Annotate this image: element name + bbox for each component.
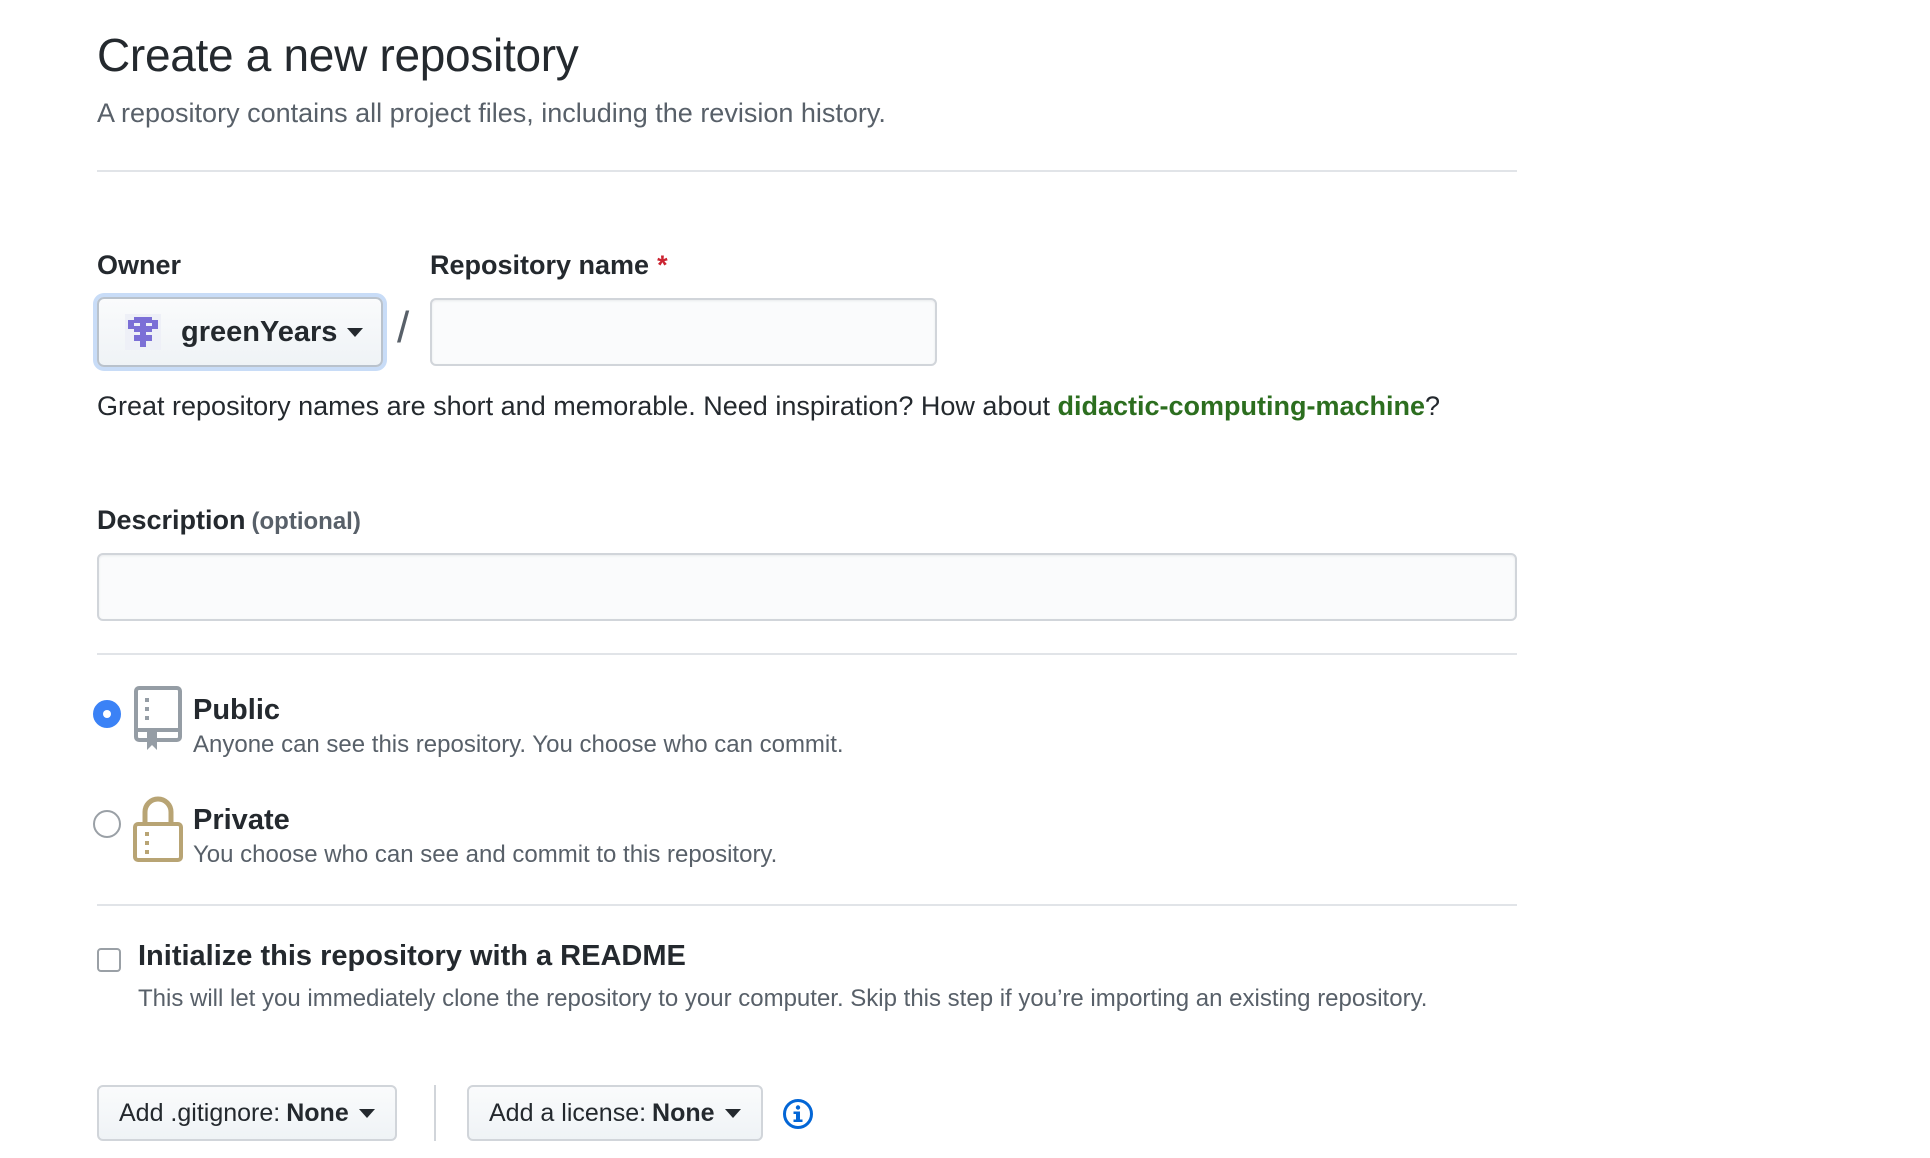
private-title: Private bbox=[193, 804, 290, 836]
gitignore-label: Add .gitignore: bbox=[119, 1098, 281, 1127]
owner-avatar-icon bbox=[125, 314, 161, 350]
repo-book-icon bbox=[134, 686, 182, 750]
description-label: Description (optional) bbox=[97, 505, 361, 536]
private-desc: You choose who can see and commit to thi… bbox=[193, 841, 778, 868]
repo-name-label: Repository name * bbox=[430, 250, 668, 281]
license-select-button[interactable]: Add a license: None bbox=[467, 1085, 763, 1141]
init-readme-desc: This will let you immediately clone the … bbox=[138, 985, 1428, 1012]
description-divider bbox=[97, 653, 1517, 655]
owner-name: greenYears bbox=[181, 315, 338, 348]
suggested-name-link[interactable]: didactic-computing-machine bbox=[1058, 391, 1426, 421]
owner-label: Owner bbox=[97, 250, 182, 280]
private-radio[interactable] bbox=[93, 810, 121, 838]
public-title: Public bbox=[193, 694, 281, 726]
hint-text: Great repository names are short and mem… bbox=[97, 391, 1058, 421]
init-readme-title: Initialize this repository with a README bbox=[138, 940, 686, 972]
required-marker: * bbox=[657, 250, 668, 280]
chevron-down-icon bbox=[724, 1108, 741, 1118]
repo-name-label-text: Repository name bbox=[430, 250, 650, 280]
visibility-public-option[interactable]: Public Anyone can see this repository. Y… bbox=[93, 686, 844, 762]
repo-name-hint: Great repository names are short and mem… bbox=[97, 385, 1517, 428]
header-divider bbox=[97, 170, 1517, 172]
page-title: Create a new repository bbox=[97, 29, 579, 81]
public-radio[interactable] bbox=[93, 700, 121, 728]
chevron-down-icon bbox=[358, 1108, 375, 1118]
init-readme-checkbox[interactable] bbox=[97, 948, 121, 972]
hint-end: ? bbox=[1425, 391, 1441, 421]
private-text: Private You choose who can see and commi… bbox=[193, 796, 777, 872]
button-separator bbox=[434, 1085, 436, 1141]
owner-select-button[interactable]: greenYears bbox=[97, 297, 383, 367]
optional-marker: (optional) bbox=[251, 508, 361, 535]
page-subtitle: A repository contains all project files,… bbox=[97, 98, 886, 128]
gitignore-select-button[interactable]: Add .gitignore: None bbox=[97, 1085, 397, 1141]
public-text: Public Anyone can see this repository. Y… bbox=[193, 686, 844, 762]
info-icon[interactable] bbox=[782, 1098, 814, 1130]
description-input[interactable] bbox=[97, 553, 1517, 621]
repo-name-input[interactable] bbox=[430, 298, 937, 366]
description-label-text: Description bbox=[97, 505, 246, 535]
license-label: Add a license: bbox=[489, 1098, 647, 1127]
owner-repo-separator: / bbox=[397, 303, 410, 352]
license-value: None bbox=[652, 1098, 715, 1127]
visibility-divider bbox=[97, 904, 1517, 906]
lock-icon bbox=[133, 796, 183, 862]
gitignore-value: None bbox=[286, 1098, 349, 1127]
public-desc: Anyone can see this repository. You choo… bbox=[193, 731, 844, 758]
visibility-private-option[interactable]: Private You choose who can see and commi… bbox=[93, 796, 777, 872]
chevron-down-icon bbox=[347, 327, 364, 337]
